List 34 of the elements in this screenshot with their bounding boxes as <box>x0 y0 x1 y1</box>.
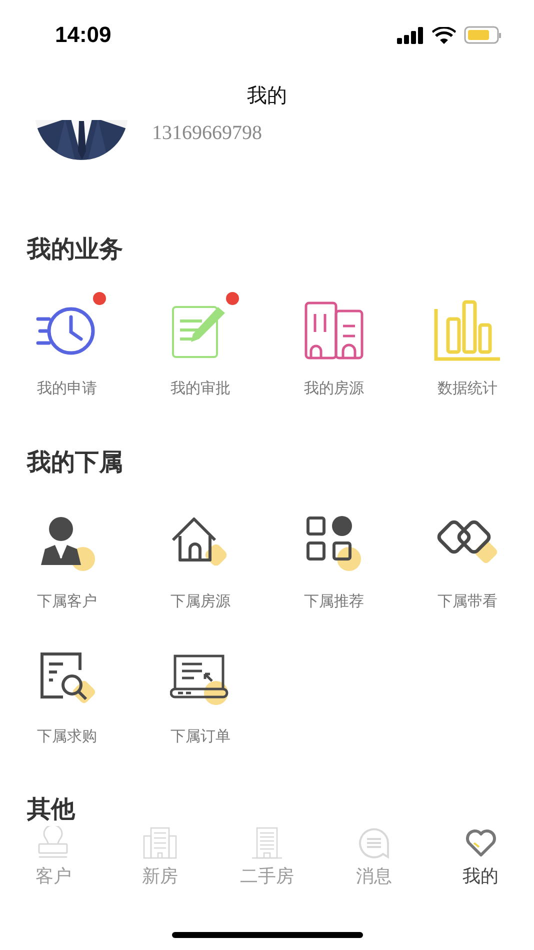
phone-number: 13169669798 <box>152 122 262 146</box>
buildings-icon <box>302 300 365 362</box>
bar-chart-icon <box>433 299 502 363</box>
tab[interactable]: 我的 <box>462 826 499 888</box>
menu-item[interactable]: 我的申请 <box>32 296 102 398</box>
menu-item[interactable]: 下属客户 <box>32 509 102 611</box>
wifi-icon <box>432 26 456 44</box>
page-title: 我的 <box>247 82 287 108</box>
section-title: 我的业务 <box>26 234 123 265</box>
heart-icon[interactable] <box>464 828 497 858</box>
office-building-icon[interactable] <box>250 826 284 860</box>
menu-item[interactable]: 下属推荐 <box>298 509 369 611</box>
home-indicator[interactable] <box>172 932 363 938</box>
status-time: 14:09 <box>55 22 112 48</box>
menu-item[interactable]: 下属房源 <box>165 509 236 611</box>
stamp-icon[interactable] <box>36 826 70 860</box>
menu-item[interactable]: 我的房源 <box>298 296 369 398</box>
tab[interactable]: 消息 <box>356 826 392 888</box>
tab[interactable]: 二手房 <box>240 826 294 888</box>
menu-item[interactable]: 下属求购 <box>32 644 102 746</box>
chat-icon[interactable] <box>356 826 391 860</box>
menu-item[interactable]: 下属订单 <box>165 644 236 746</box>
office-building-icon[interactable] <box>142 826 178 860</box>
battery-icon <box>464 26 502 44</box>
signal-icon <box>397 26 424 44</box>
menu-item[interactable]: 数据统计 <box>432 296 502 398</box>
person-icon <box>38 515 95 573</box>
section-title: 其他 <box>26 794 75 825</box>
grid-icon <box>304 515 363 573</box>
menu-item[interactable]: 我的审批 <box>165 296 236 398</box>
section-title: 我的下属 <box>26 447 123 478</box>
tab[interactable]: 客户 <box>35 826 72 888</box>
tab[interactable]: 新房 <box>142 826 178 888</box>
menu-item[interactable]: 下属带看 <box>432 509 502 611</box>
